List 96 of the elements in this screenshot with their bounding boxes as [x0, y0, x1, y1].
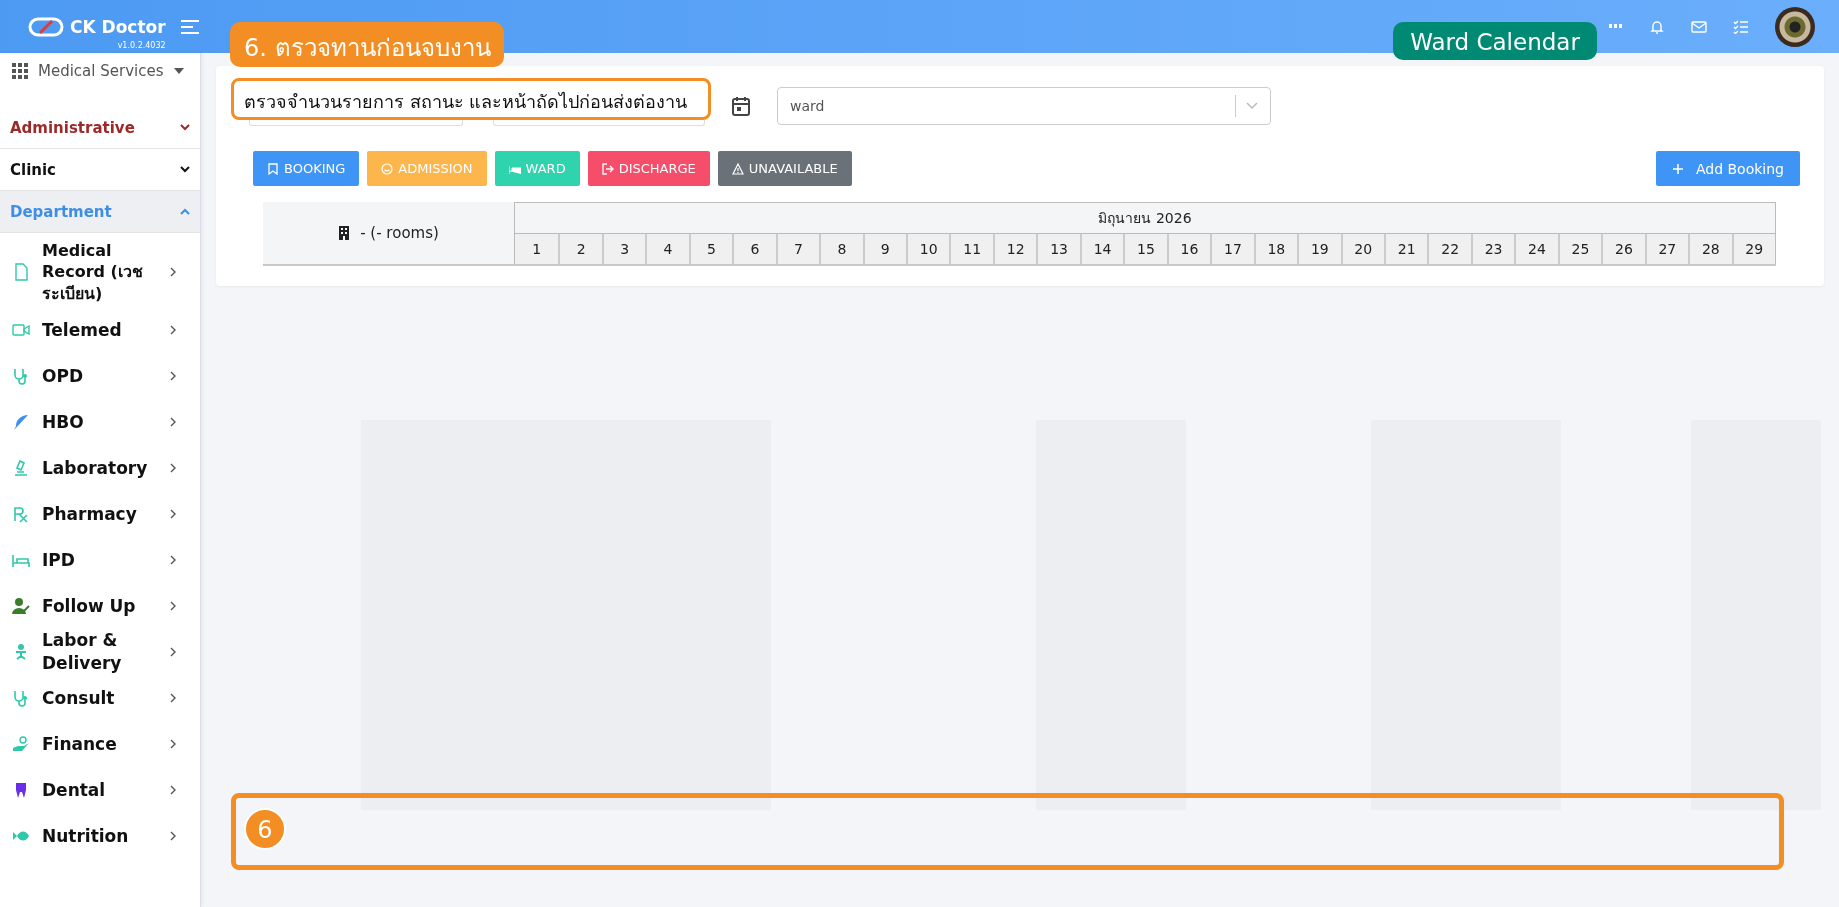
day-header: 10: [906, 234, 950, 264]
chevron-icon: [170, 371, 176, 381]
day-header: 7: [775, 234, 820, 264]
day-header: 27: [1644, 234, 1689, 264]
menu-item[interactable]: Medical Record (เวชระเบียน): [0, 237, 200, 307]
legend-button[interactable]: UNAVAILABLE: [717, 151, 852, 186]
menu-item[interactable]: Nutrition: [0, 813, 200, 859]
menu-item[interactable]: Dental: [0, 767, 200, 813]
day-header: 8: [819, 234, 863, 264]
logo-icon: [28, 16, 64, 37]
room-label: - (- rooms): [360, 224, 439, 242]
day-header: 2: [558, 234, 602, 264]
day-header: 23: [1470, 234, 1515, 264]
chevron-icon: [180, 166, 190, 173]
day-header: 4: [645, 234, 689, 264]
chevron-icon: [180, 124, 190, 131]
plus-icon: [1671, 162, 1684, 175]
chevron-icon: [170, 555, 176, 565]
chevron-icon: [170, 417, 176, 427]
video-icon: [12, 321, 30, 339]
stethoscope-icon: [12, 689, 30, 707]
user-icon: [12, 597, 30, 615]
month-header: มิถุนายน 2026: [515, 203, 1775, 234]
chevron-icon: [170, 831, 176, 841]
step-label: 6. ตรวจทานก่อนจบงาน: [230, 22, 504, 67]
day-header: 28: [1688, 234, 1732, 264]
chevron-icon: [170, 785, 176, 795]
menu-icon[interactable]: [179, 18, 200, 35]
menu-item[interactable]: IPD: [0, 537, 200, 583]
grid-icon: [12, 63, 28, 79]
day-header: 19: [1297, 234, 1341, 264]
day-header: 9: [862, 234, 907, 264]
stethoscope-icon: [12, 367, 30, 385]
section-header[interactable]: Administrative: [0, 107, 200, 149]
day-header: 17: [1210, 234, 1254, 264]
chevron-icon: [170, 601, 176, 611]
day-header: 29: [1731, 234, 1775, 264]
chevron-icon: [170, 739, 176, 749]
mail-icon[interactable]: [1691, 19, 1707, 34]
page-label: Ward Calendar: [1393, 22, 1597, 60]
chevron-icon: [170, 509, 176, 519]
legend-icon: [601, 162, 614, 175]
menu-item[interactable]: Follow Up: [0, 583, 200, 629]
chevron-icon: [170, 693, 176, 703]
menu-item[interactable]: Telemed: [0, 307, 200, 353]
checklist-icon[interactable]: [1733, 19, 1749, 34]
module-menu[interactable]: Medical Services: [0, 53, 200, 89]
chevron-icon: [170, 463, 176, 473]
day-header: 13: [1036, 234, 1080, 264]
day-header: 3: [601, 234, 646, 264]
building-icon: [338, 226, 351, 240]
day-header: 1: [515, 234, 559, 264]
file-icon: [12, 263, 30, 281]
menu-item[interactable]: Consult: [0, 675, 200, 721]
day-header: 5: [688, 234, 733, 264]
chevron-icon: [180, 208, 190, 215]
menu-item[interactable]: HBO: [0, 399, 200, 445]
chevron-icon: [170, 267, 176, 277]
avatar[interactable]: [1775, 6, 1815, 47]
legend-icon: [731, 162, 744, 175]
day-header: 15: [1123, 234, 1167, 264]
day-header: 20: [1340, 234, 1384, 264]
feather-icon: [12, 413, 30, 431]
hand-icon: [12, 735, 30, 753]
chevron-icon: [170, 647, 176, 657]
app-version: v1.0.2.4032: [117, 40, 166, 50]
note-callout: ตรวจจำนวนรายการ สถานะ และหน้าถัดไปก่อนส่งต่องาน: [231, 78, 711, 120]
day-header: 22: [1427, 234, 1471, 264]
step-marker: 6: [244, 808, 286, 850]
caret-icon: [173, 68, 184, 74]
menu-item[interactable]: Finance: [0, 721, 200, 767]
day-header: 14: [1079, 234, 1124, 264]
apps-icon[interactable]: [1609, 23, 1623, 30]
menu-item[interactable]: OPD: [0, 353, 200, 399]
day-header: 12: [992, 234, 1037, 264]
legend-icon: [381, 162, 394, 175]
chevron-icon: [170, 325, 176, 335]
bell-icon[interactable]: [1649, 18, 1665, 35]
day-header: 21: [1383, 234, 1428, 264]
day-header: 25: [1557, 234, 1602, 264]
menu-item[interactable]: Pharmacy: [0, 491, 200, 537]
calendar-icon[interactable]: [732, 96, 750, 116]
day-header: 6: [732, 234, 776, 264]
ward-select[interactable]: ward: [777, 87, 1271, 125]
day-header: 18: [1253, 234, 1298, 264]
day-header: 26: [1601, 234, 1645, 264]
menu-item[interactable]: Laboratory: [0, 445, 200, 491]
legend-icon: [267, 162, 279, 175]
day-header: 24: [1514, 234, 1558, 264]
microscope-icon: [12, 459, 30, 477]
menu-item[interactable]: Labor & Delivery: [0, 629, 200, 675]
app-name: CK Doctor: [70, 16, 166, 37]
day-header: 16: [1166, 234, 1211, 264]
day-header: 11: [949, 234, 993, 264]
chevron-icon: [1246, 102, 1258, 110]
rx-icon: [12, 505, 30, 523]
